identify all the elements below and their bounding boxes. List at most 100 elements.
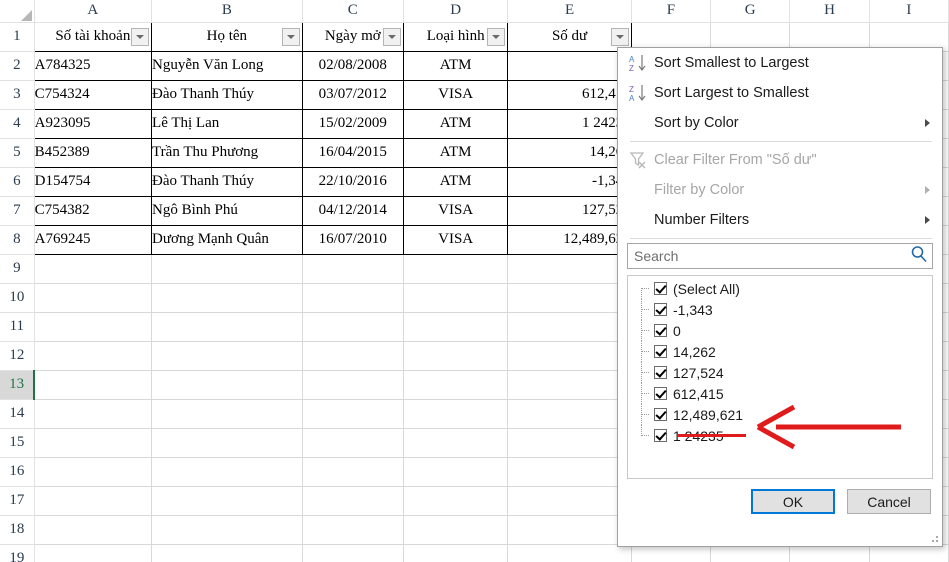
empty-cell[interactable] xyxy=(403,399,507,428)
data-cell-d7[interactable]: VISA xyxy=(403,196,507,225)
row-header-11[interactable]: 11 xyxy=(0,312,34,341)
filter-checkbox-item[interactable]: 0 xyxy=(628,320,932,341)
row-header-4[interactable]: 4 xyxy=(0,109,34,138)
data-cell-a2[interactable]: A784325 xyxy=(34,51,151,80)
column-header-b[interactable]: B xyxy=(152,0,303,22)
data-cell-b7[interactable]: Ngô Bình Phú xyxy=(152,196,303,225)
data-cell-e2[interactable] xyxy=(508,51,631,80)
column-header-a[interactable]: A xyxy=(34,0,151,22)
data-cell-e5[interactable]: 14,262 xyxy=(508,138,631,167)
data-cell-b6[interactable]: Đào Thanh Thúy xyxy=(152,167,303,196)
empty-cell[interactable] xyxy=(403,254,507,283)
empty-cell[interactable] xyxy=(152,283,303,312)
column-header-i[interactable]: I xyxy=(869,0,948,22)
filter-dropdown-panel[interactable]: AZSort Smallest to LargestZASort Largest… xyxy=(617,47,943,547)
data-cell-e4[interactable]: 1 24235 xyxy=(508,109,631,138)
table-header-cell-2[interactable]: Ngày mở xyxy=(302,22,403,51)
menu-item-number-filters[interactable]: Number Filters xyxy=(618,205,942,235)
empty-cell[interactable] xyxy=(152,341,303,370)
data-cell-b5[interactable]: Trần Thu Phương xyxy=(152,138,303,167)
menu-item-sort-smallest-to-largest[interactable]: AZSort Smallest to Largest xyxy=(618,48,942,78)
empty-cell[interactable] xyxy=(34,544,151,562)
checkbox-icon[interactable] xyxy=(654,303,667,316)
column-header-d[interactable]: D xyxy=(403,0,507,22)
empty-cell[interactable] xyxy=(302,399,403,428)
empty-cell[interactable] xyxy=(34,341,151,370)
data-cell-d8[interactable]: VISA xyxy=(403,225,507,254)
filter-checkbox-item[interactable]: 12,489,621 xyxy=(628,404,932,425)
row-header-5[interactable]: 5 xyxy=(0,138,34,167)
data-cell-b3[interactable]: Đào Thanh Thúy xyxy=(152,80,303,109)
empty-cell[interactable] xyxy=(403,515,507,544)
data-cell-c4[interactable]: 15/02/2009 xyxy=(302,109,403,138)
checkbox-icon[interactable] xyxy=(654,408,667,421)
filter-checkbox-item[interactable]: (Select All) xyxy=(628,278,932,299)
filter-checkbox-item[interactable]: -1,343 xyxy=(628,299,932,320)
data-cell-d5[interactable]: ATM xyxy=(403,138,507,167)
table-header-cell-3[interactable]: Loại hình xyxy=(403,22,507,51)
empty-cell[interactable] xyxy=(34,370,151,399)
data-cell-e8[interactable]: 12,489,621 xyxy=(508,225,631,254)
empty-cell[interactable] xyxy=(508,312,631,341)
row-header-14[interactable]: 14 xyxy=(0,399,34,428)
empty-cell[interactable] xyxy=(508,544,631,562)
data-cell-a5[interactable]: B452389 xyxy=(34,138,151,167)
data-cell-d3[interactable]: VISA xyxy=(403,80,507,109)
filter-button-b[interactable] xyxy=(282,28,300,46)
search-input[interactable] xyxy=(634,245,910,267)
empty-cell[interactable] xyxy=(403,283,507,312)
filter-value-list[interactable]: (Select All)-1,343014,262127,524612,4151… xyxy=(627,275,933,479)
column-header-h[interactable]: H xyxy=(790,0,869,22)
search-icon[interactable] xyxy=(910,245,928,268)
empty-cell[interactable] xyxy=(152,457,303,486)
data-cell-c8[interactable]: 16/07/2010 xyxy=(302,225,403,254)
empty-cell[interactable] xyxy=(403,457,507,486)
data-cell-a3[interactable]: C754324 xyxy=(34,80,151,109)
empty-cell[interactable] xyxy=(302,341,403,370)
row-header-17[interactable]: 17 xyxy=(0,486,34,515)
data-cell-a4[interactable]: A923095 xyxy=(34,109,151,138)
empty-cell[interactable] xyxy=(302,428,403,457)
empty-cell[interactable] xyxy=(302,515,403,544)
checkbox-icon[interactable] xyxy=(654,366,667,379)
empty-cell[interactable] xyxy=(34,312,151,341)
menu-item-sort-largest-to-smallest[interactable]: ZASort Largest to Smallest xyxy=(618,78,942,108)
empty-cell[interactable] xyxy=(302,457,403,486)
row-header-3[interactable]: 3 xyxy=(0,80,34,109)
empty-cell[interactable] xyxy=(152,486,303,515)
empty-cell[interactable] xyxy=(403,312,507,341)
data-cell-b8[interactable]: Dương Mạnh Quân xyxy=(152,225,303,254)
data-cell-c7[interactable]: 04/12/2014 xyxy=(302,196,403,225)
data-cell-b2[interactable]: Nguyễn Văn Long xyxy=(152,51,303,80)
empty-cell[interactable] xyxy=(302,312,403,341)
column-header-e[interactable]: E xyxy=(508,0,631,22)
empty-cell[interactable] xyxy=(508,283,631,312)
data-cell-d4[interactable]: ATM xyxy=(403,109,507,138)
filter-button-c[interactable] xyxy=(383,28,401,46)
resize-grip[interactable] xyxy=(926,530,938,542)
row-header-13[interactable]: 13 xyxy=(0,370,34,399)
checkbox-icon[interactable] xyxy=(654,345,667,358)
table-header-cell-1[interactable]: Họ tên xyxy=(152,22,303,51)
empty-cell[interactable] xyxy=(508,428,631,457)
filter-button-a[interactable] xyxy=(131,28,149,46)
table-header-cell-4[interactable]: Số dư xyxy=(508,22,631,51)
empty-cell[interactable] xyxy=(302,370,403,399)
select-all-corner[interactable] xyxy=(0,0,34,22)
filter-button-d[interactable] xyxy=(487,28,505,46)
data-cell-b4[interactable]: Lê Thị Lan xyxy=(152,109,303,138)
empty-cell[interactable] xyxy=(508,254,631,283)
row-header-10[interactable]: 10 xyxy=(0,283,34,312)
row-header-2[interactable]: 2 xyxy=(0,51,34,80)
data-cell-a7[interactable]: C754382 xyxy=(34,196,151,225)
filter-checkbox-item[interactable]: 1 24235 xyxy=(628,425,932,446)
row-header-15[interactable]: 15 xyxy=(0,428,34,457)
row-header-6[interactable]: 6 xyxy=(0,167,34,196)
empty-cell[interactable] xyxy=(302,254,403,283)
empty-cell[interactable] xyxy=(152,399,303,428)
table-header-cell-0[interactable]: Số tài khoản xyxy=(34,22,151,51)
checkbox-icon[interactable] xyxy=(654,324,667,337)
filter-checkbox-item[interactable]: 127,524 xyxy=(628,362,932,383)
filter-checkbox-item[interactable]: 612,415 xyxy=(628,383,932,404)
empty-cell[interactable] xyxy=(152,370,303,399)
